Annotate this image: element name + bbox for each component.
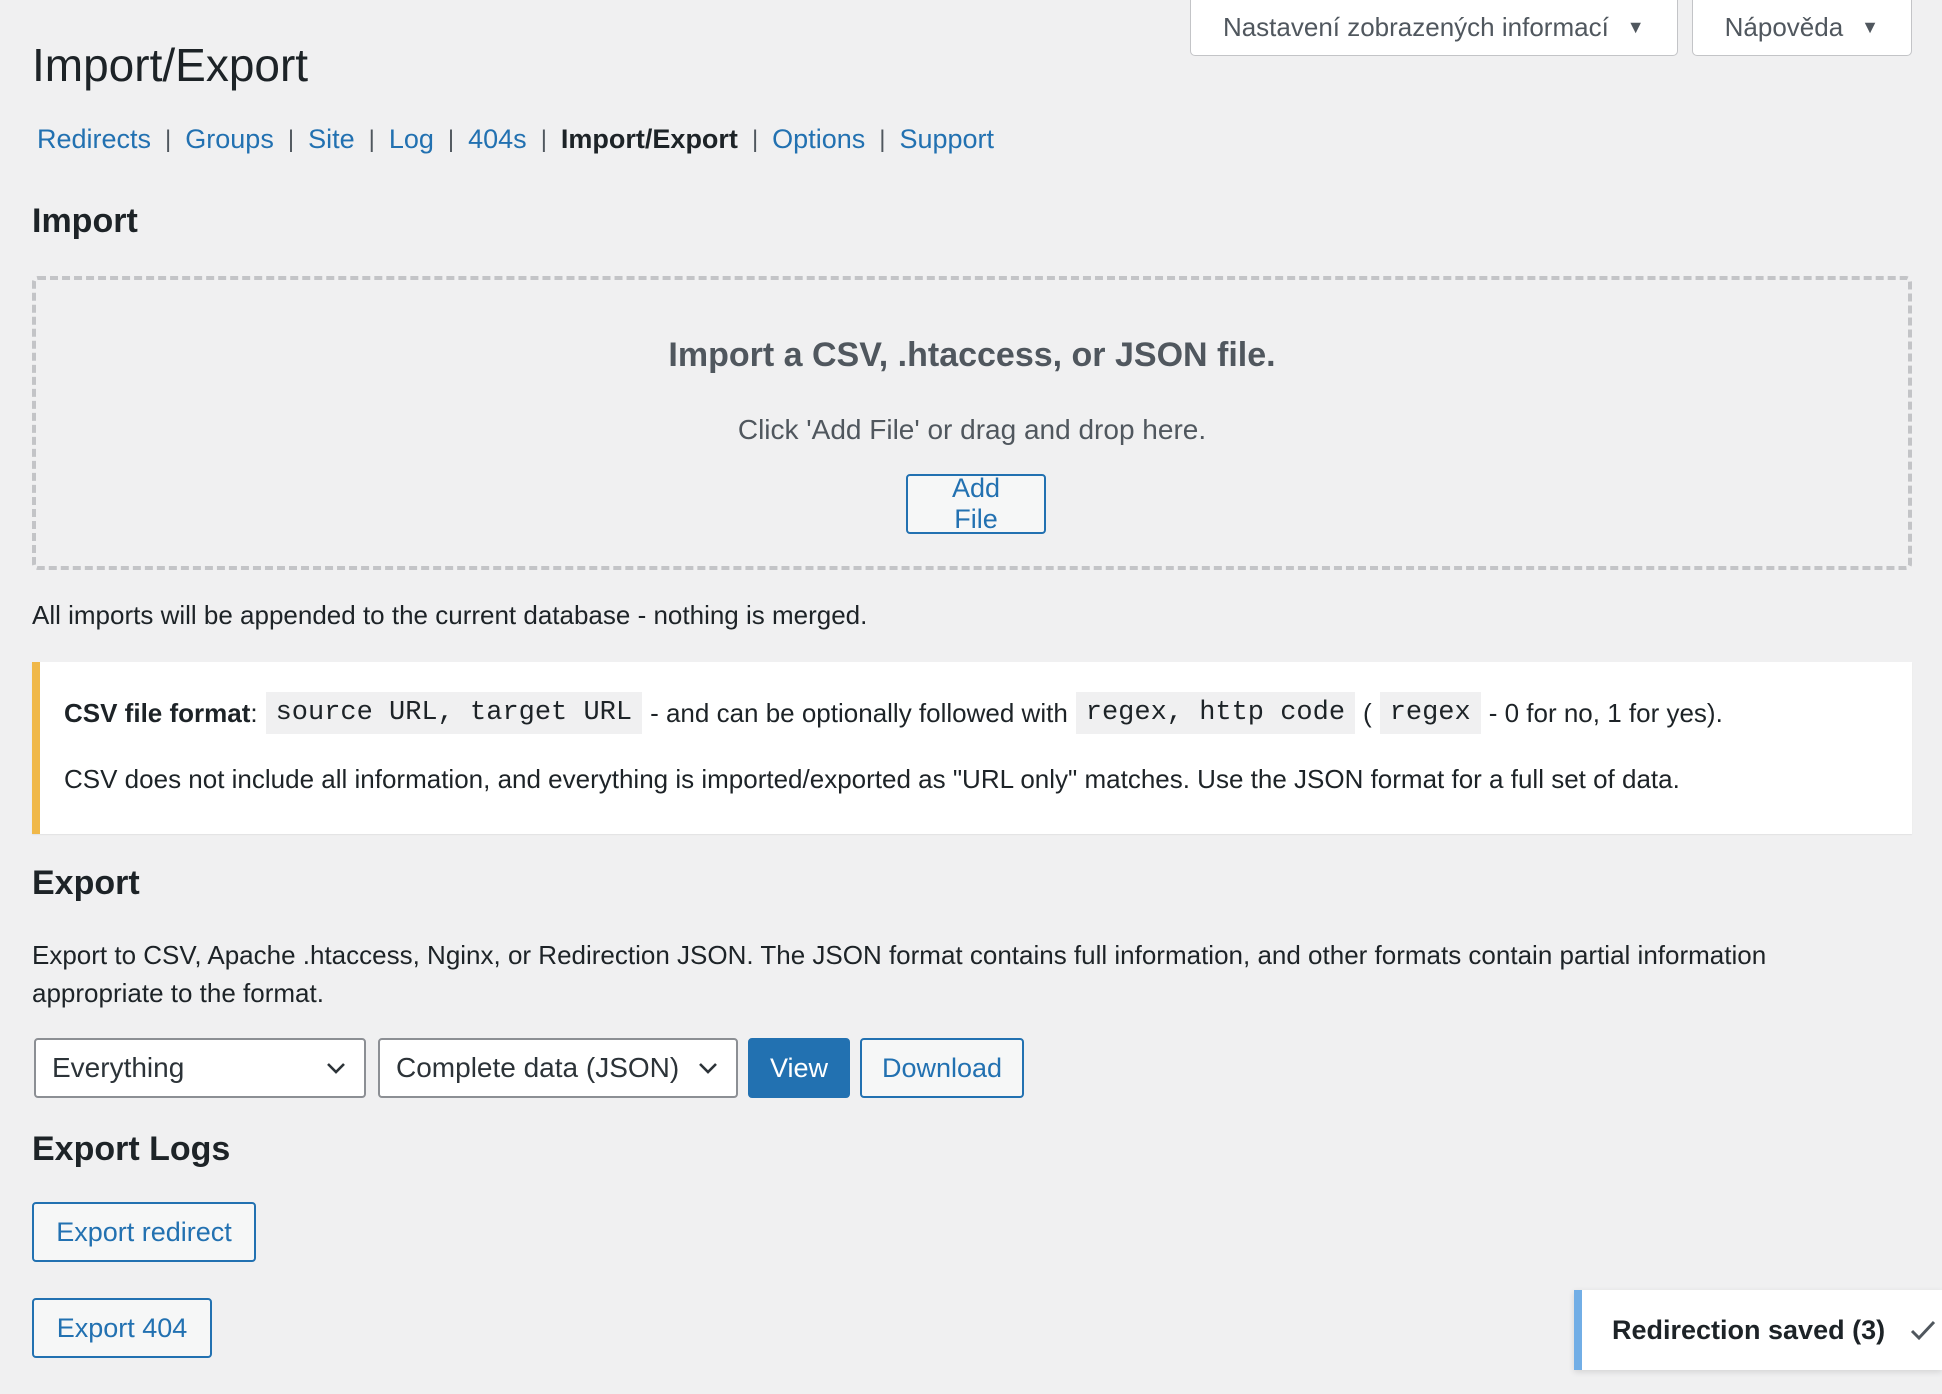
import-append-note: All imports will be appended to the curr…: [32, 600, 868, 630]
csv-format-notice: CSV file format: source URL, target URL …: [32, 662, 1912, 834]
redirection-saved-toast[interactable]: Redirection saved (3): [1574, 1290, 1942, 1370]
view-button[interactable]: View: [748, 1038, 850, 1098]
export-format-select[interactable]: Complete data (JSON): [378, 1038, 738, 1098]
subnav-separator: |: [287, 125, 295, 153]
page-title: Import/Export: [32, 39, 309, 91]
subnav-404s[interactable]: 404s: [468, 124, 527, 155]
dropzone-subtitle: Click 'Add File' or drag and drop here.: [737, 414, 1207, 445]
export-heading: Export: [32, 864, 140, 902]
csv-code-source-target: source URL, target URL: [265, 692, 643, 734]
export-description-line2: appropriate to the format.: [32, 978, 324, 1008]
help-toggle[interactable]: Nápověda ▼: [1691, 0, 1912, 56]
dropzone-title: Import a CSV, .htaccess, or JSON file.: [668, 336, 1276, 374]
subnav-redirects[interactable]: Redirects: [37, 124, 151, 155]
subnav-site[interactable]: Site: [308, 124, 355, 155]
export-logs-heading: Export Logs: [32, 1130, 231, 1168]
import-dropzone[interactable]: Import a CSV, .htaccess, or JSON file. C…: [32, 276, 1912, 570]
subnav-separator: |: [447, 125, 455, 153]
csv-format-colon: :: [250, 697, 258, 728]
screen-options-toggle[interactable]: Nastavení zobrazených informací ▼: [1189, 0, 1678, 56]
csv-code-regex: regex: [1379, 692, 1481, 734]
caret-down-icon: ▼: [1626, 17, 1645, 37]
screen-options-label: Nastavení zobrazených informací: [1222, 12, 1609, 42]
csv-format-label: CSV file format: [64, 697, 251, 728]
export-redirect-button[interactable]: Export redirect: [32, 1202, 256, 1262]
export-description-line1: Export to CSV, Apache .htaccess, Nginx, …: [32, 940, 1767, 970]
subnav-separator: |: [540, 125, 547, 153]
toast-message: Redirection saved (3): [1612, 1314, 1886, 1345]
screen-meta-links: Nastavení zobrazených informací ▼ Nápově…: [1189, 0, 1912, 56]
export-what-select[interactable]: Everything: [34, 1038, 366, 1098]
csv-format-text2: - 0 for no, 1 for yes).: [1488, 697, 1723, 728]
page: Nastavení zobrazených informací ▼ Nápově…: [0, 0, 1942, 1394]
import-heading: Import: [32, 202, 138, 240]
subnav-log[interactable]: Log: [389, 124, 434, 155]
caret-down-icon: ▼: [1861, 17, 1879, 37]
subnav-separator: |: [368, 125, 375, 153]
add-file-button[interactable]: Add File: [906, 473, 1046, 534]
chevron-down-icon: [699, 1063, 717, 1074]
csv-paren-open: (: [1363, 697, 1372, 728]
subnav-separator: |: [751, 125, 759, 153]
checkmark-icon: [1910, 1320, 1936, 1341]
subnav-separator: |: [879, 125, 886, 153]
subnav-groups[interactable]: Groups: [185, 124, 274, 155]
csv-format-text1: - and can be optionally followed with: [650, 697, 1068, 728]
csv-format-note: CSV does not include all information, an…: [64, 764, 1680, 794]
export-404-button[interactable]: Export 404: [32, 1298, 212, 1358]
subnav-options[interactable]: Options: [772, 124, 865, 155]
download-button[interactable]: Download: [860, 1038, 1024, 1098]
subnav-import-export-current[interactable]: Import/Export: [561, 124, 738, 155]
export-what-value: Everything: [52, 1052, 185, 1083]
csv-code-regex-http: regex, http code: [1075, 692, 1356, 734]
chevron-down-icon: [327, 1063, 345, 1074]
help-label: Nápověda: [1724, 12, 1844, 42]
subnav-separator: |: [165, 125, 172, 153]
subnav: Redirects | Groups | Site | Log | 404s |…: [37, 124, 994, 155]
export-format-value: Complete data (JSON): [396, 1052, 680, 1083]
csv-format-line: CSV file format: source URL, target URL …: [64, 692, 1723, 734]
subnav-support[interactable]: Support: [899, 124, 994, 155]
